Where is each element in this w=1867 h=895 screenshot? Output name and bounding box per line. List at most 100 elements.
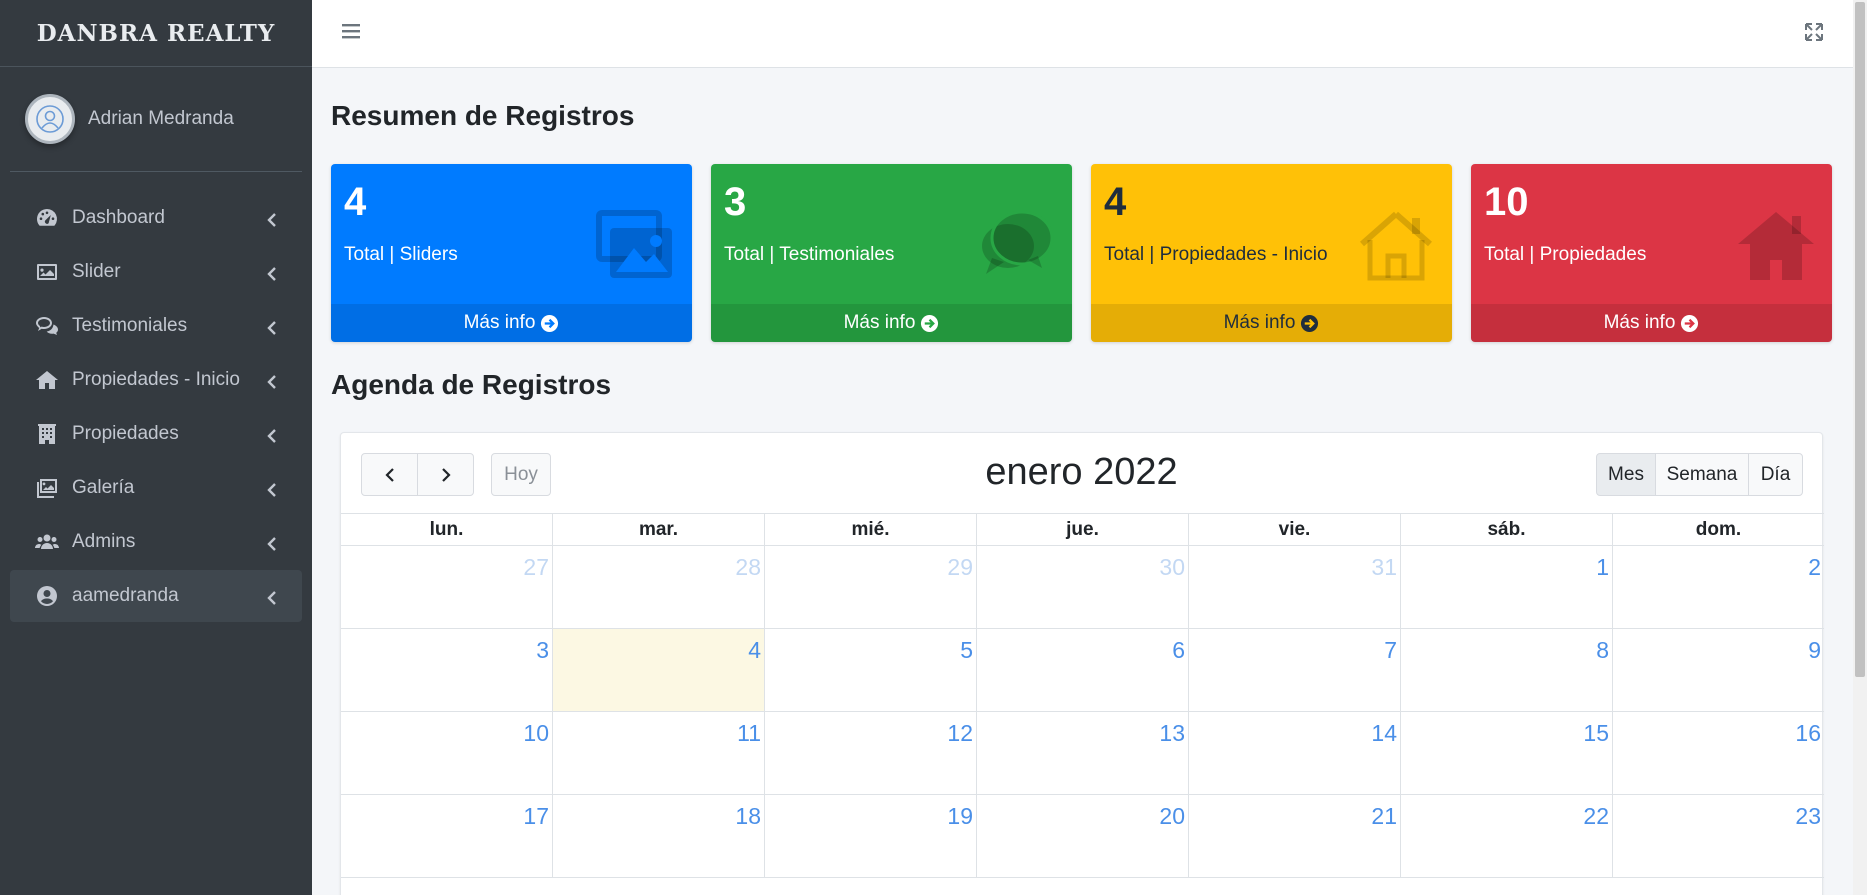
sidebar-item-testimoniales[interactable]: Testimoniales bbox=[10, 300, 302, 352]
day-cell[interactable]: 3 bbox=[341, 629, 552, 711]
day-cell[interactable]: 8 bbox=[1400, 629, 1612, 711]
day-number[interactable]: 20 bbox=[1159, 803, 1185, 830]
day-cell[interactable]: 28 bbox=[552, 546, 764, 628]
brand-link[interactable]: DANBRA REALTY bbox=[0, 0, 312, 67]
day-number[interactable]: 22 bbox=[1583, 803, 1609, 830]
day-number[interactable]: 1 bbox=[1596, 554, 1609, 581]
day-cell[interactable]: 13 bbox=[976, 712, 1188, 794]
day-number[interactable]: 12 bbox=[947, 720, 973, 747]
day-cell[interactable]: 9 bbox=[1612, 629, 1824, 711]
summary-title: Resumen de Registros bbox=[331, 100, 635, 131]
box-label: Total | Sliders bbox=[344, 244, 458, 265]
day-cell[interactable]: 21 bbox=[1188, 795, 1400, 877]
sidebar-item-slider[interactable]: Slider bbox=[10, 246, 302, 298]
box-value: 10 bbox=[1484, 180, 1529, 224]
sidebar-item-galeria[interactable]: Galería bbox=[10, 462, 302, 514]
avatar bbox=[25, 94, 75, 144]
day-number[interactable]: 28 bbox=[735, 554, 761, 581]
day-cell[interactable]: 27 bbox=[341, 546, 552, 628]
more-info-link[interactable]: Más info bbox=[1091, 304, 1452, 342]
day-number[interactable]: 15 bbox=[1583, 720, 1609, 747]
small-box-sliders: 4 Total | Sliders Más info bbox=[331, 164, 692, 342]
sidebar-item-label: Slider bbox=[72, 261, 121, 282]
day-number[interactable]: 10 bbox=[523, 720, 549, 747]
day-cell[interactable]: 5 bbox=[764, 629, 976, 711]
building-icon bbox=[34, 421, 60, 447]
hamburger-menu-icon[interactable] bbox=[340, 21, 362, 41]
sidebar-item-admins[interactable]: Admins bbox=[10, 516, 302, 568]
view-week-button[interactable]: Semana bbox=[1655, 453, 1749, 496]
day-number[interactable]: 3 bbox=[536, 637, 549, 664]
day-number[interactable]: 9 bbox=[1808, 637, 1821, 664]
weekday-header: lun. mar. mié. jue. vie. sáb. dom. bbox=[341, 513, 1824, 546]
day-cell[interactable]: 2 bbox=[1612, 546, 1824, 628]
day-cell[interactable]: 12 bbox=[764, 712, 976, 794]
weekday: sáb. bbox=[1400, 514, 1612, 545]
day-number[interactable]: 23 bbox=[1795, 803, 1821, 830]
day-cell[interactable]: 1 bbox=[1400, 546, 1612, 628]
day-cell[interactable]: 18 bbox=[552, 795, 764, 877]
day-cell[interactable]: 20 bbox=[976, 795, 1188, 877]
day-cell[interactable]: 16 bbox=[1612, 712, 1824, 794]
day-cell[interactable]: 31 bbox=[1188, 546, 1400, 628]
day-number[interactable]: 13 bbox=[1159, 720, 1185, 747]
day-number[interactable]: 21 bbox=[1371, 803, 1397, 830]
chevron-left-icon bbox=[266, 535, 278, 551]
day-cell-today[interactable]: 4 bbox=[552, 629, 764, 711]
day-cell[interactable]: 14 bbox=[1188, 712, 1400, 794]
box-value: 4 bbox=[344, 180, 367, 224]
brand-name: DANBRA REALTY bbox=[36, 19, 276, 47]
small-box-propiedades: 10 Total | Propiedades Más info bbox=[1471, 164, 1832, 342]
calendar-week: 27 28 29 30 31 1 2 bbox=[341, 546, 1824, 629]
top-navbar bbox=[312, 0, 1853, 68]
sidebar-item-propiedades-inicio[interactable]: Propiedades - Inicio bbox=[10, 354, 302, 406]
day-number[interactable]: 6 bbox=[1172, 637, 1185, 664]
chevron-left-icon bbox=[266, 265, 278, 281]
day-cell[interactable]: 15 bbox=[1400, 712, 1612, 794]
day-cell[interactable]: 10 bbox=[341, 712, 552, 794]
chevron-left-icon bbox=[266, 589, 278, 605]
sidebar: DANBRA REALTY Adrian Medranda Dashboard … bbox=[0, 0, 312, 895]
day-number[interactable]: 17 bbox=[523, 803, 549, 830]
sidebar-item-label: Propiedades bbox=[72, 423, 179, 444]
day-number[interactable]: 11 bbox=[737, 720, 761, 747]
image-icon bbox=[34, 259, 60, 285]
day-cell[interactable]: 17 bbox=[341, 795, 552, 877]
day-number[interactable]: 7 bbox=[1384, 637, 1397, 664]
calendar-week: 3 4 5 6 7 8 9 bbox=[341, 629, 1824, 712]
user-panel[interactable]: Adrian Medranda bbox=[10, 67, 302, 172]
day-number[interactable]: 31 bbox=[1371, 554, 1397, 581]
chevron-left-icon bbox=[266, 211, 278, 227]
view-month-button[interactable]: Mes bbox=[1596, 453, 1656, 496]
day-cell[interactable]: 6 bbox=[976, 629, 1188, 711]
day-number[interactable]: 30 bbox=[1159, 554, 1185, 581]
day-number[interactable]: 19 bbox=[947, 803, 973, 830]
more-info-link[interactable]: Más info bbox=[331, 304, 692, 342]
more-info-link[interactable]: Más info bbox=[1471, 304, 1832, 342]
scrollbar-thumb[interactable] bbox=[1855, 2, 1865, 677]
day-number[interactable]: 18 bbox=[735, 803, 761, 830]
sidebar-item-aamedranda[interactable]: aamedranda bbox=[10, 570, 302, 622]
day-number[interactable]: 5 bbox=[960, 637, 973, 664]
day-cell[interactable]: 11 bbox=[552, 712, 764, 794]
sidebar-item-propiedades[interactable]: Propiedades bbox=[10, 408, 302, 460]
day-cell[interactable]: 29 bbox=[764, 546, 976, 628]
day-number[interactable]: 4 bbox=[748, 637, 761, 664]
page-scrollbar[interactable] bbox=[1853, 0, 1867, 895]
fullscreen-icon[interactable] bbox=[1803, 21, 1825, 43]
day-number[interactable]: 2 bbox=[1808, 554, 1821, 581]
day-number[interactable]: 8 bbox=[1596, 637, 1609, 664]
day-cell[interactable]: 22 bbox=[1400, 795, 1612, 877]
day-cell[interactable]: 30 bbox=[976, 546, 1188, 628]
more-info-link[interactable]: Más info bbox=[711, 304, 1072, 342]
day-number[interactable]: 27 bbox=[523, 554, 549, 581]
day-number[interactable]: 16 bbox=[1795, 720, 1821, 747]
day-cell[interactable]: 7 bbox=[1188, 629, 1400, 711]
calendar: Hoy enero 2022 Mes Semana Día lun. mar. … bbox=[340, 432, 1824, 895]
view-day-button[interactable]: Día bbox=[1748, 453, 1803, 496]
day-cell[interactable]: 19 bbox=[764, 795, 976, 877]
day-number[interactable]: 14 bbox=[1371, 720, 1397, 747]
day-cell[interactable]: 23 bbox=[1612, 795, 1824, 877]
day-number[interactable]: 29 bbox=[947, 554, 973, 581]
sidebar-item-dashboard[interactable]: Dashboard bbox=[10, 192, 302, 244]
